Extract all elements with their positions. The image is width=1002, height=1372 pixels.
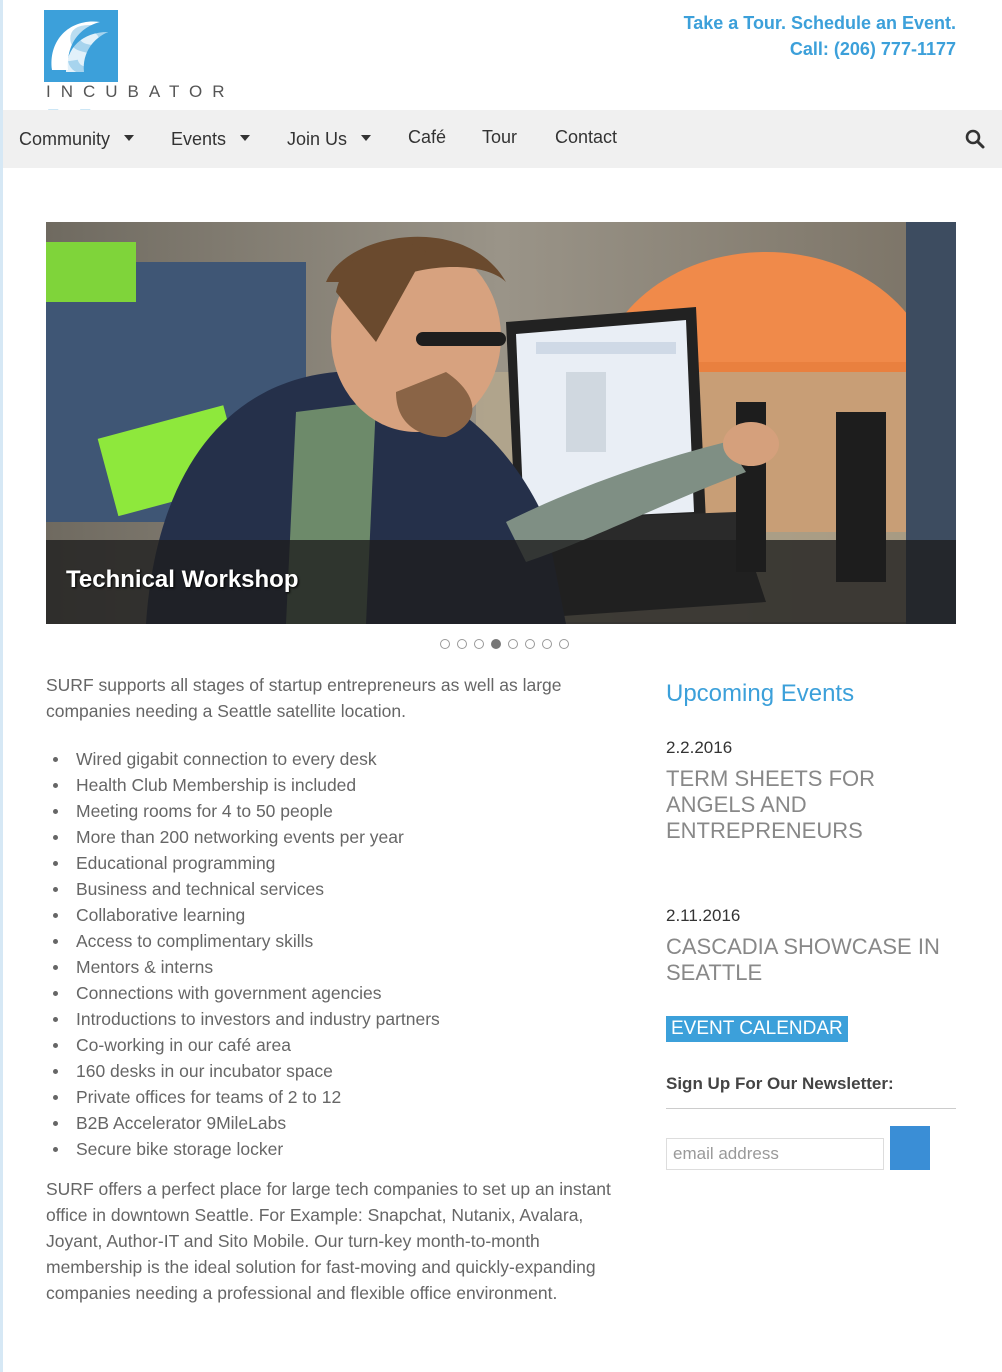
slider-pagination [440, 639, 569, 651]
event-title-link[interactable]: TERM SHEETS FOR ANGELS AND ENTREPRENEURS [666, 766, 956, 844]
hero-caption-bar: Technical Workshop [46, 540, 956, 624]
closing-paragraph: SURF offers a perfect place for large te… [46, 1179, 611, 1303]
list-item: Wired gigabit connection to every desk [46, 746, 626, 772]
event-date: 2.11.2016 [666, 906, 741, 925]
slide-dot-3[interactable] [474, 639, 484, 649]
newsletter-submit-button[interactable] [890, 1126, 930, 1170]
list-item: Connections with government agencies [46, 980, 626, 1006]
slide-dot-8[interactable] [559, 639, 569, 649]
list-item: More than 200 networking events per year [46, 824, 626, 850]
list-item: Secure bike storage locker [46, 1136, 626, 1162]
intro-paragraph: SURF supports all stages of startup entr… [46, 675, 562, 721]
caret-down-icon [361, 135, 372, 142]
site-logo[interactable]: URFS INCUBATOR [44, 8, 235, 173]
event-calendar-button[interactable]: EVENT CALENDAR [666, 1016, 848, 1042]
cta-phone-link[interactable]: Call: (206) 777-1177 [684, 36, 956, 62]
list-item: 160 desks in our incubator space [46, 1058, 626, 1084]
newsletter-label: Sign Up For Our Newsletter: [666, 1074, 894, 1093]
caret-down-icon [240, 135, 251, 142]
newsletter-divider [666, 1108, 956, 1109]
list-item: Introductions to investors and industry … [46, 1006, 626, 1032]
list-item: Mentors & interns [46, 954, 626, 980]
features-list: Wired gigabit connection to every desk H… [46, 746, 626, 1162]
slide-dot-5[interactable] [508, 639, 518, 649]
header-cta: Take a Tour. Schedule an Event. Call: (2… [684, 10, 956, 62]
hero-slider[interactable]: Technical Workshop [46, 222, 956, 624]
caret-down-icon [124, 135, 135, 142]
newsletter-email-input[interactable] [666, 1138, 884, 1170]
nav-item-contact[interactable]: Contact [555, 108, 617, 166]
list-item: Educational programming [46, 850, 626, 876]
cta-tour-link[interactable]: Take a Tour. Schedule an Event. [684, 10, 956, 36]
nav-item-events[interactable]: Events [171, 110, 251, 168]
hero-caption: Technical Workshop [66, 566, 299, 593]
slide-dot-7[interactable] [542, 639, 552, 649]
list-item: Meeting rooms for 4 to 50 people [46, 798, 626, 824]
list-item: Private offices for teams of 2 to 12 [46, 1084, 626, 1110]
list-item: Collaborative learning [46, 902, 626, 928]
list-item: Access to complimentary skills [46, 928, 626, 954]
nav-item-tour[interactable]: Tour [482, 108, 517, 166]
logo-letter-s: S [66, 11, 113, 89]
logo-subtext: INCUBATOR [46, 82, 235, 101]
event-title-link[interactable]: CASCADIA SHOWCASE IN SEATTLE [666, 934, 956, 986]
nav-item-community[interactable]: Community [19, 110, 135, 168]
nav-item-join-us[interactable]: Join Us [287, 110, 372, 168]
slide-dot-1[interactable] [440, 639, 450, 649]
nav-item-cafe[interactable]: Café [408, 108, 446, 166]
slide-dot-4-active[interactable] [491, 639, 501, 649]
list-item: Co-working in our café area [46, 1032, 626, 1058]
list-item: Health Club Membership is included [46, 772, 626, 798]
search-icon[interactable] [964, 128, 986, 150]
slide-dot-6[interactable] [525, 639, 535, 649]
site-header: URFS INCUBATOR Take a Tour. Schedule an … [0, 0, 1002, 173]
upcoming-events-title: Upcoming Events [666, 680, 855, 707]
main-nav: Community Events Join Us Café Tour Conta… [3, 110, 1002, 168]
list-item: B2B Accelerator 9MileLabs [46, 1110, 626, 1136]
page-left-border [0, 0, 3, 1372]
list-item: Business and technical services [46, 876, 626, 902]
event-date: 2.2.2016 [666, 738, 733, 757]
slide-dot-2[interactable] [457, 639, 467, 649]
